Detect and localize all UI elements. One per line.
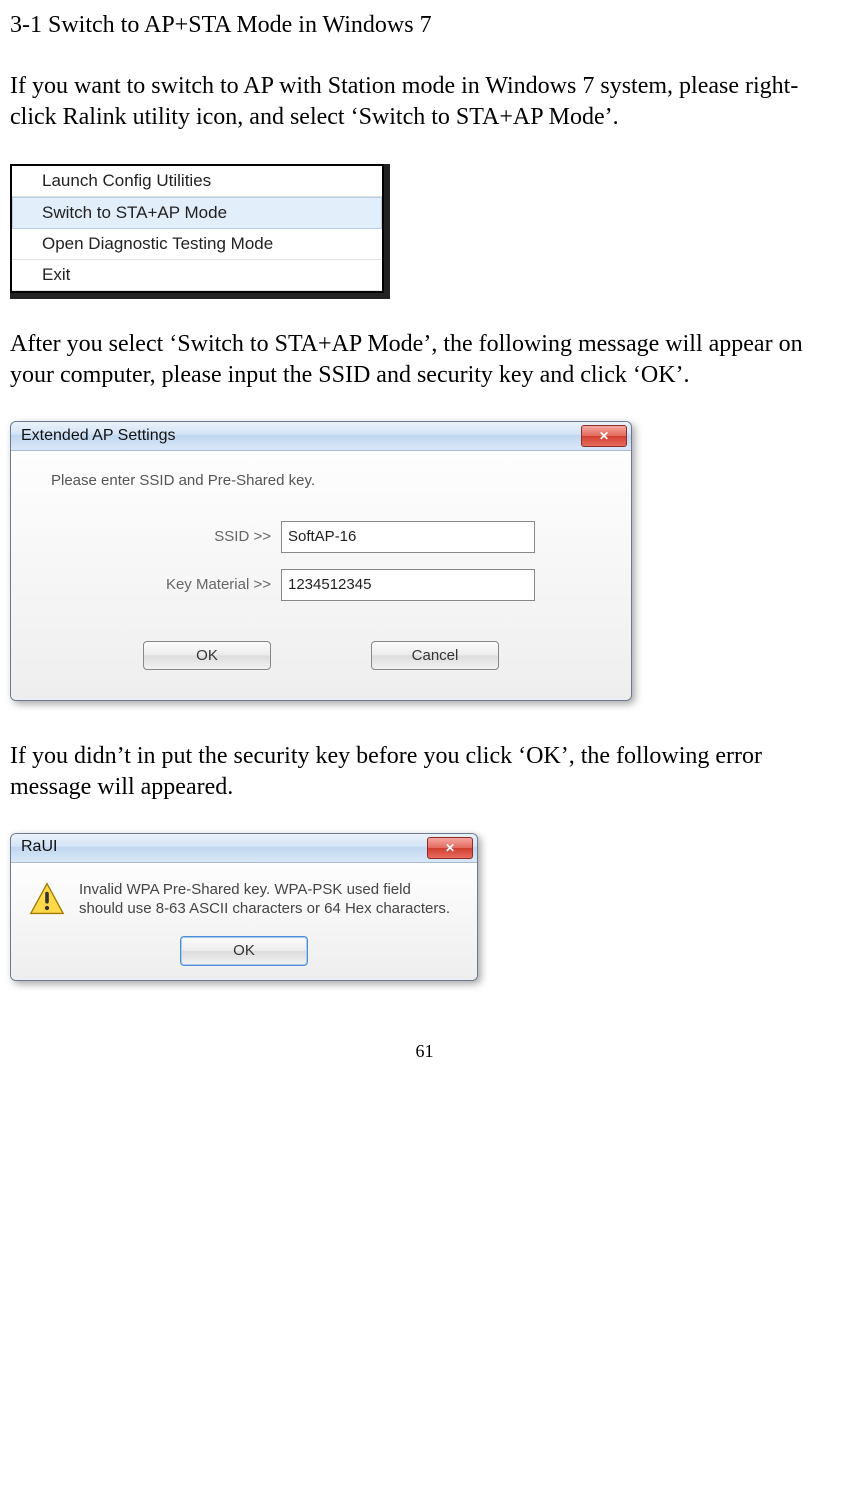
dialog-title: Extended AP Settings (21, 426, 175, 447)
menu-item-switch-sta-ap[interactable]: Switch to STA+AP Mode (12, 197, 382, 229)
error-ok-button[interactable]: OK (180, 936, 308, 966)
close-button[interactable]: ✕ (581, 425, 627, 447)
context-menu-screenshot: Launch Config Utilities Switch to STA+AP… (10, 164, 839, 299)
error-dialog-screenshot: RaUI ✕ Invalid WPA Pre-Shared key. WPA-P… (10, 833, 839, 990)
context-menu: Launch Config Utilities Switch to STA+AP… (10, 164, 384, 293)
menu-item-exit[interactable]: Exit (12, 260, 382, 291)
error-dialog-title: RaUI (21, 837, 57, 858)
warning-icon (29, 881, 65, 917)
paragraph-2: After you select ‘Switch to STA+AP Mode’… (10, 329, 839, 391)
error-titlebar: RaUI ✕ (11, 834, 477, 863)
close-icon: ✕ (445, 842, 455, 854)
error-message: Invalid WPA Pre-Shared key. WPA-PSK used… (79, 881, 459, 919)
extended-ap-dialog: Extended AP Settings ✕ Please enter SSID… (10, 421, 632, 701)
ssid-input[interactable] (281, 521, 535, 553)
dialog-instruction: Please enter SSID and Pre-Shared key. (51, 471, 611, 491)
ok-button[interactable]: OK (143, 641, 271, 671)
error-dialog: RaUI ✕ Invalid WPA Pre-Shared key. WPA-P… (10, 833, 478, 981)
ssid-label: SSID >> (31, 527, 281, 547)
dialog-titlebar: Extended AP Settings ✕ (11, 422, 631, 451)
page-number: 61 (10, 1040, 839, 1063)
paragraph-1: If you want to switch to AP with Station… (10, 71, 839, 133)
menu-item-open-diagnostic[interactable]: Open Diagnostic Testing Mode (12, 229, 382, 260)
close-button[interactable]: ✕ (427, 837, 473, 859)
paragraph-3: If you didn’t in put the security key be… (10, 741, 839, 803)
close-icon: ✕ (599, 430, 609, 442)
key-material-label: Key Material >> (31, 575, 281, 595)
key-material-input[interactable] (281, 569, 535, 601)
menu-item-launch-config[interactable]: Launch Config Utilities (12, 166, 382, 197)
extended-ap-dialog-screenshot: Extended AP Settings ✕ Please enter SSID… (10, 421, 839, 710)
section-heading: 3-1 Switch to AP+STA Mode in Windows 7 (10, 10, 839, 41)
cancel-button[interactable]: Cancel (371, 641, 499, 671)
